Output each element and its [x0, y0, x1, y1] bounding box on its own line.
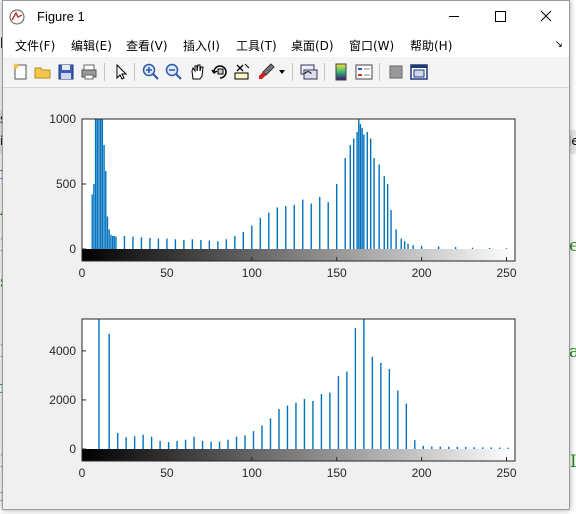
- toolbar-separator: [379, 63, 380, 81]
- legend-icon[interactable]: [354, 62, 374, 82]
- x-tick-label: 100: [242, 266, 262, 280]
- minimize-icon: [449, 16, 459, 17]
- menu-tools[interactable]: 工具(T): [236, 37, 277, 54]
- zoom-out-icon[interactable]: [164, 62, 184, 82]
- colorbar-icon[interactable]: [331, 62, 351, 82]
- brush-icon[interactable]: [257, 62, 277, 82]
- rotate-3d-icon[interactable]: [210, 62, 230, 82]
- maximize-button[interactable]: [477, 1, 523, 31]
- grayscale-colorbar: [82, 449, 515, 461]
- plot-area: [82, 319, 515, 461]
- plot-area: [82, 119, 515, 261]
- background-fragment: I: [570, 452, 576, 472]
- close-button[interactable]: [523, 1, 569, 31]
- x-tick-label: 200: [412, 266, 432, 280]
- x-tick-label: 150: [327, 266, 347, 280]
- open-file-icon[interactable]: [33, 62, 53, 82]
- grayscale-colorbar: [82, 249, 515, 261]
- y-tick-label: 500: [56, 177, 76, 191]
- chevron-down-icon[interactable]: [277, 62, 287, 82]
- menu-file[interactable]: 文件(F): [15, 37, 55, 54]
- show-plot-tools-icon[interactable]: [409, 62, 429, 82]
- menu-desktop[interactable]: 桌面(D): [291, 37, 334, 54]
- new-figure-icon[interactable]: [11, 62, 31, 82]
- x-tick-label: 250: [496, 466, 516, 480]
- menu-bar: 文件(F) 编辑(E) 查看(V) 插入(I) 工具(T) 桌面(D) 窗口(W…: [3, 33, 569, 57]
- menu-edit[interactable]: 编辑(E): [71, 37, 112, 54]
- histogram-axes-top: 0 50 100 150 200 250 0 500 1000: [49, 112, 517, 280]
- x-tick-label: 200: [412, 466, 432, 480]
- menu-overflow-icon[interactable]: ↘: [555, 39, 563, 50]
- zoom-in-icon[interactable]: [141, 62, 161, 82]
- background-fragment: a: [569, 342, 576, 362]
- menu-insert[interactable]: 插入(I): [183, 37, 220, 54]
- maximize-icon: [495, 11, 506, 22]
- pointer-icon[interactable]: [111, 62, 131, 82]
- y-tick-label: 0: [69, 442, 76, 456]
- figure-window: Figure 1 文件(F) 编辑(E) 查看(V) 插入(I) 工具(T) 桌…: [2, 0, 570, 510]
- menu-window[interactable]: 窗口(W): [349, 37, 394, 54]
- matlab-app-icon: [9, 9, 25, 25]
- figure-axes-layer: 0 50 100 150 200 25005001000 0 50 100 150 200 2500…: [49, 112, 517, 480]
- menu-help[interactable]: 帮助(H): [410, 37, 452, 54]
- figure-canvas[interactable]: 0 50 100 150 200 250 0 500 1000 0 50 100 150 200 250 0…: [3, 88, 569, 509]
- toolbar-separator: [134, 63, 135, 81]
- menu-view[interactable]: 查看(V): [126, 37, 168, 54]
- window-title: Figure 1: [37, 9, 85, 24]
- x-tick-label: 50: [160, 466, 174, 480]
- y-tick-label: 1000: [49, 112, 76, 126]
- link-icon[interactable]: [299, 62, 319, 82]
- pan-icon[interactable]: [187, 62, 207, 82]
- save-icon[interactable]: [56, 62, 76, 82]
- title-bar[interactable]: Figure 1: [3, 1, 569, 33]
- close-icon: [540, 10, 552, 22]
- print-icon[interactable]: [79, 62, 99, 82]
- y-tick-label: 4000: [49, 344, 76, 358]
- x-tick-label: 250: [496, 266, 516, 280]
- toolbar-separator: [292, 63, 293, 81]
- histogram-axes-bottom: 0 50 100 150 200 250 0 2000 4000: [49, 318, 517, 480]
- toolbar-separator: [104, 63, 105, 81]
- figure-toolbar: [3, 57, 569, 88]
- x-tick-label: 100: [242, 466, 262, 480]
- toolbar-separator: [324, 63, 325, 81]
- data-cursor-icon[interactable]: [233, 62, 253, 82]
- x-tick-label: 0: [79, 266, 86, 280]
- background-fragment: e: [569, 236, 576, 256]
- minimize-button[interactable]: [431, 1, 477, 31]
- x-tick-label: 0: [79, 466, 86, 480]
- y-tick-label: 0: [69, 242, 76, 256]
- x-tick-label: 150: [327, 466, 347, 480]
- y-tick-label: 2000: [49, 393, 76, 407]
- x-tick-label: 50: [160, 266, 174, 280]
- hide-plot-tools-icon[interactable]: [386, 62, 406, 82]
